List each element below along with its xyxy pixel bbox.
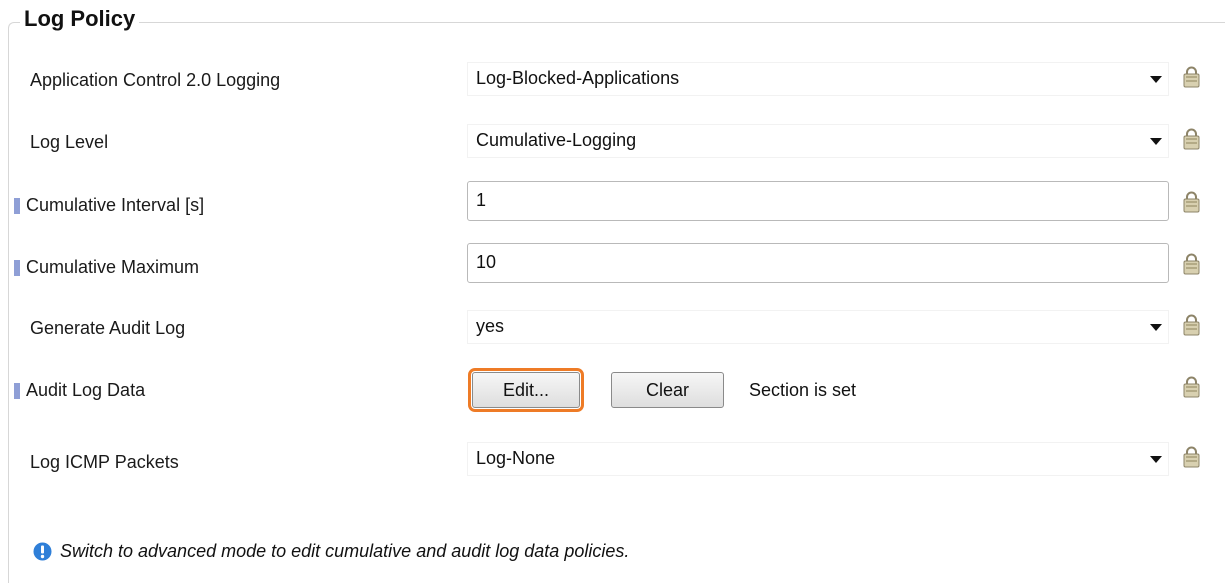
info-icon: [33, 542, 52, 561]
modified-marker: [14, 198, 20, 214]
audit-log-data-label: Audit Log Data: [26, 380, 146, 400]
modified-marker: [14, 383, 20, 399]
lock-icon[interactable]: [1183, 191, 1200, 213]
log-icmp-packets-dropdown[interactable]: Log-None: [467, 442, 1169, 476]
chevron-down-icon[interactable]: [1150, 138, 1162, 145]
log-level-dropdown[interactable]: Cumulative-Logging: [467, 124, 1169, 158]
cumulative-maximum-value: 10: [476, 252, 497, 272]
log-level-value: Cumulative-Logging: [476, 130, 637, 150]
edit-button[interactable]: Edit...: [468, 368, 584, 412]
cumulative-maximum-field[interactable]: 10: [467, 243, 1169, 283]
advanced-mode-hint: Switch to advanced mode to edit cumulati…: [60, 541, 630, 561]
app-control-logging-dropdown[interactable]: Log-Blocked-Applications: [467, 62, 1169, 96]
lock-icon[interactable]: [1183, 376, 1200, 398]
log-level-label: Log Level: [30, 132, 109, 152]
generate-audit-log-dropdown[interactable]: yes: [467, 310, 1169, 344]
lock-icon[interactable]: [1183, 446, 1200, 468]
log-icmp-packets-value: Log-None: [476, 448, 556, 468]
log-icmp-packets-label: Log ICMP Packets: [30, 452, 179, 472]
clear-button[interactable]: Clear: [611, 372, 724, 408]
cumulative-interval-field[interactable]: 1: [467, 181, 1169, 221]
modified-marker: [14, 260, 20, 276]
cumulative-maximum-label: Cumulative Maximum: [26, 257, 200, 277]
generate-audit-log-label: Generate Audit Log: [30, 318, 186, 338]
chevron-down-icon[interactable]: [1150, 456, 1162, 463]
cumulative-interval-label: Cumulative Interval [s]: [26, 195, 205, 215]
app-control-logging-value: Log-Blocked-Applications: [476, 68, 680, 88]
chevron-down-icon[interactable]: [1150, 76, 1162, 83]
section-status-text: Section is set: [749, 380, 857, 400]
cumulative-interval-value: 1: [476, 190, 487, 210]
section-title: Log Policy: [20, 6, 140, 32]
lock-icon[interactable]: [1183, 66, 1200, 88]
app-control-logging-label: Application Control 2.0 Logging: [30, 70, 281, 90]
chevron-down-icon[interactable]: [1150, 324, 1162, 331]
generate-audit-log-value: yes: [476, 316, 505, 336]
lock-icon[interactable]: [1183, 253, 1200, 275]
lock-icon[interactable]: [1183, 128, 1200, 150]
lock-icon[interactable]: [1183, 314, 1200, 336]
log-policy-groupbox: [8, 22, 1225, 583]
